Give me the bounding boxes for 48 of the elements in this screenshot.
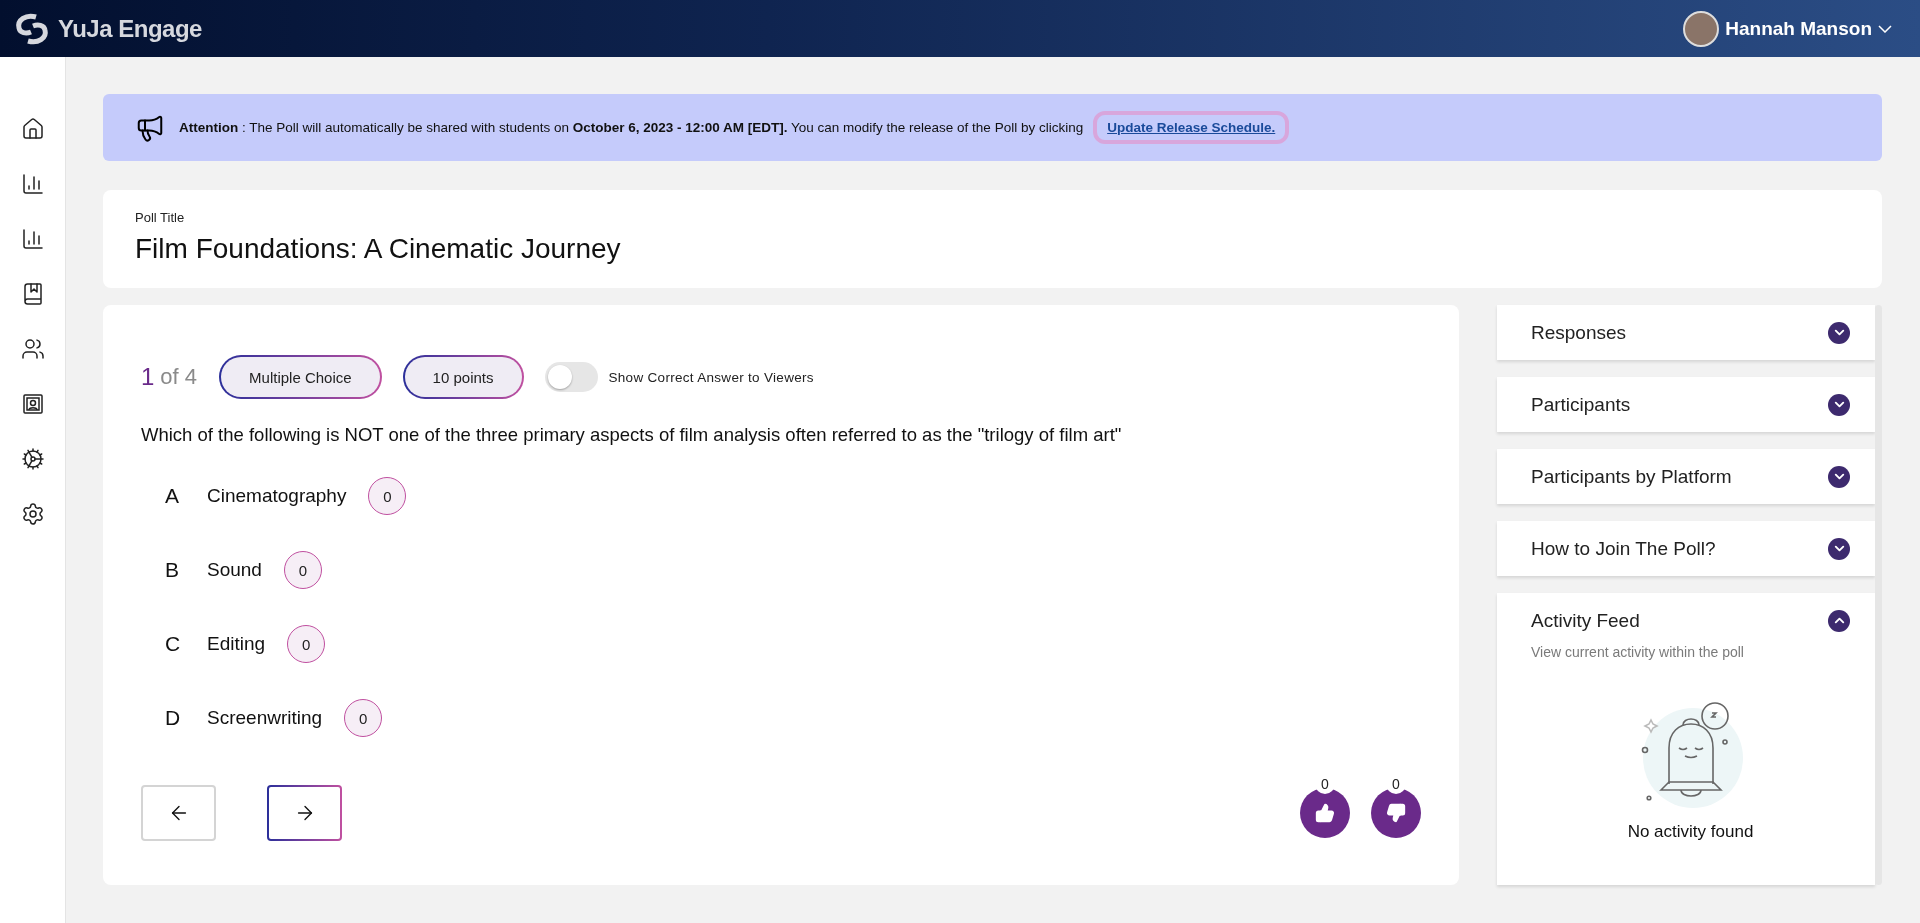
response-count: 0 [287, 625, 326, 663]
response-count: 0 [283, 551, 322, 589]
thumbs-down-icon [1386, 803, 1406, 823]
option-text: Cinematography [207, 485, 347, 507]
thumbs-up-icon [1315, 803, 1335, 823]
like-button[interactable] [1300, 788, 1350, 838]
question-total: of 4 [160, 364, 198, 390]
logo-icon [14, 11, 50, 46]
poll-title-label: Poll Title [135, 210, 186, 225]
accordion-header[interactable]: Responses [1531, 305, 1850, 360]
user-menu[interactable]: Hannah Manson [1683, 10, 1892, 47]
accordion-header[interactable]: Participants [1531, 377, 1850, 432]
option-text: Editing [207, 633, 266, 655]
bar-chart-icon[interactable] [20, 227, 45, 251]
panel-subtitle: View current activity within the poll [1531, 644, 1745, 660]
option-letter: B [165, 558, 180, 582]
users-icon[interactable] [20, 337, 45, 361]
presentation-icon[interactable] [20, 392, 45, 416]
settings-icon[interactable] [20, 502, 45, 526]
home-icon[interactable] [20, 117, 45, 141]
question-text: Which of the following is NOT one of the three primary aspects of film analysis often referred to as the "trilogy of film art" [141, 424, 1123, 446]
accordion-header[interactable]: How to Join The Poll? [1531, 521, 1850, 576]
option-letter: C [165, 632, 182, 656]
accordion-header[interactable]: Participants by Platform [1531, 449, 1850, 504]
response-count: 0 [368, 477, 407, 515]
option-letter: D [165, 706, 182, 730]
option-text: Sound [207, 559, 262, 581]
toggle-label: Show Correct Answer to Viewers [608, 369, 814, 385]
option-letter: A [165, 484, 180, 508]
empty-message: No activity found [1627, 822, 1754, 842]
dislike-button[interactable] [1371, 788, 1421, 838]
response-count: 0 [344, 699, 383, 737]
next-button[interactable] [267, 785, 342, 841]
attention-message: Attention : The Poll will automatically be shared with students on October 6, 2023 - 12:00 AM [EDT]. You can modify the release of the Poll by clicking [179, 120, 1084, 135]
chevron-down-icon [1828, 465, 1850, 488]
chevron-down-icon [1828, 321, 1850, 344]
chevron-down-icon [1828, 537, 1850, 560]
option-text: Screenwriting [207, 707, 323, 729]
chevron-down-icon [1828, 393, 1850, 416]
toggle-switch[interactable] [544, 362, 598, 392]
question-number: 1 [141, 363, 155, 391]
update-schedule-link[interactable]: Update Release Schedule. [1093, 111, 1290, 144]
caret-icon [1878, 24, 1892, 33]
brand-name: YuJa Engage [58, 14, 202, 43]
avatar [1683, 10, 1720, 47]
question-type-tag: Multiple Choice [219, 355, 382, 399]
poll-title: Film Foundations: A Cinematic Journey [135, 233, 622, 265]
chevron-up-icon [1828, 609, 1850, 632]
